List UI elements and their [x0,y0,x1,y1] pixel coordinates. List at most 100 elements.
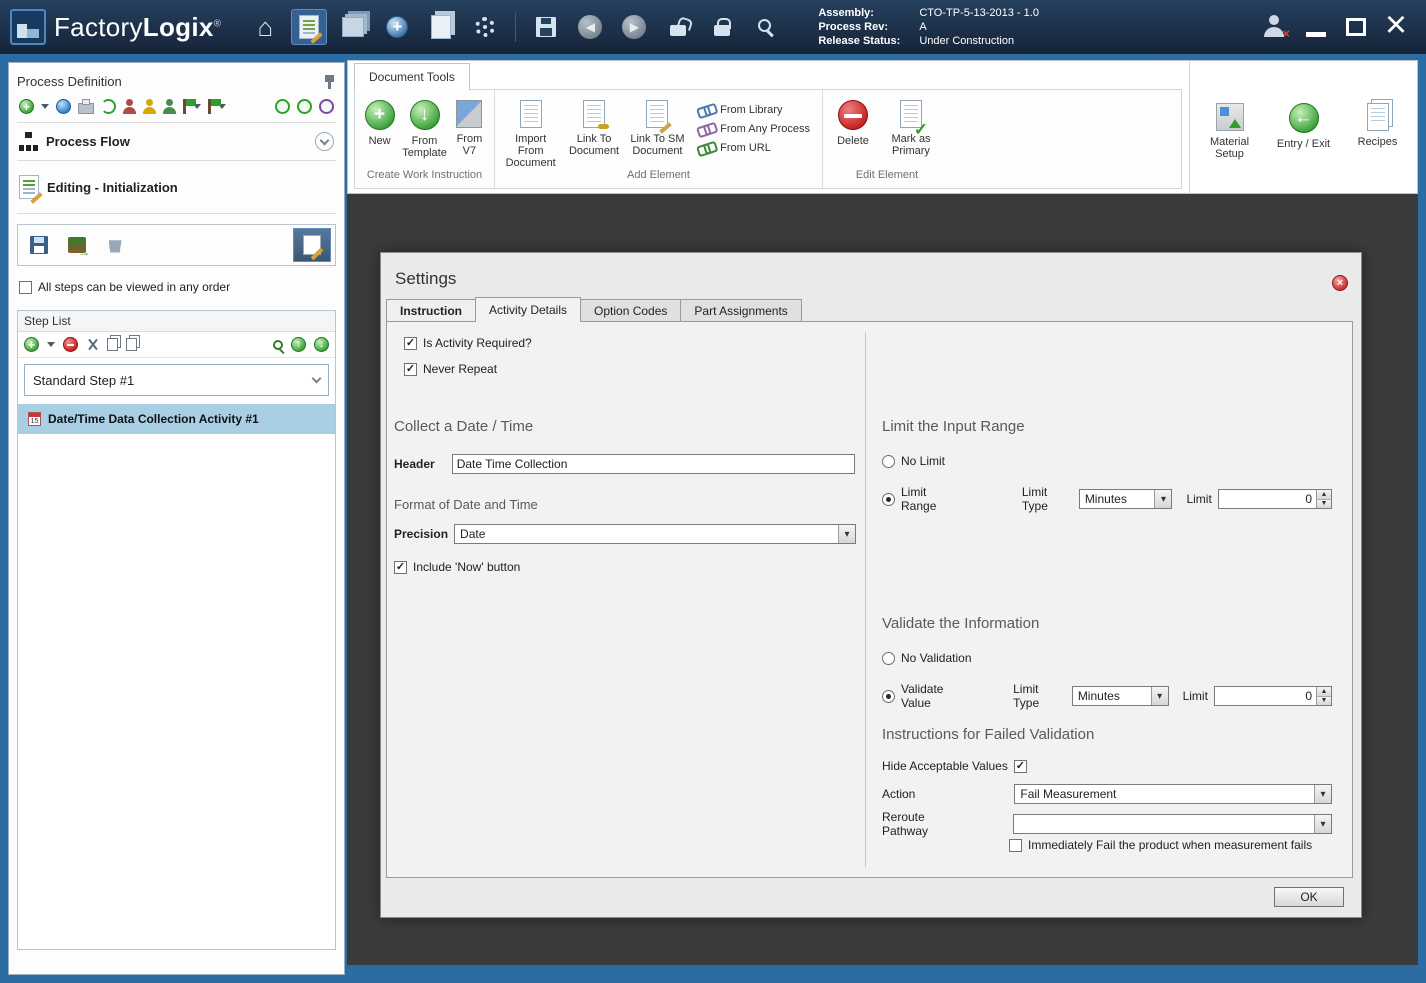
flag-icon[interactable] [208,99,221,114]
from-url-button[interactable]: From URL [697,142,810,154]
validate-value-radio[interactable] [882,689,895,703]
never-repeat-checkbox[interactable] [404,362,417,376]
entry-exit-button[interactable]: Entry / Exit [1274,99,1334,193]
hide-acceptable-checkbox[interactable] [1013,759,1027,773]
remove-step-icon[interactable] [63,337,78,352]
include-now-checkbox[interactable] [394,560,407,574]
limit-down-icon[interactable]: ▼ [1317,498,1331,508]
expand-chevron-icon[interactable] [315,132,334,151]
add-step-icon[interactable] [24,337,39,352]
validate-limit-spinner[interactable]: 0 ▲ ▼ [1213,686,1332,706]
no-limit-radio[interactable] [882,454,895,468]
precision-select[interactable]: Date [454,524,857,544]
delete-step-content-button[interactable] [98,229,132,261]
action-dropdown-icon[interactable] [1314,785,1331,803]
precision-dropdown-icon[interactable] [838,525,856,543]
add-icon[interactable] [19,99,34,114]
validate-limit-type-dropdown-icon[interactable] [1150,687,1168,705]
pause-icon[interactable] [275,99,290,114]
forward-icon[interactable] [616,9,652,45]
globe-icon[interactable] [56,99,71,114]
from-any-process-button[interactable]: From Any Process [697,123,810,135]
from-template-button[interactable]: From Template [402,96,447,159]
settings-gear-icon[interactable] [467,9,503,45]
dialog-close-icon[interactable] [1332,275,1348,291]
print-icon[interactable] [78,99,94,114]
reroute-dropdown-icon[interactable] [1314,815,1331,833]
validate-limit-type-select[interactable]: Minutes [1071,686,1169,706]
reroute-select[interactable] [1013,814,1332,834]
limit-type-select[interactable]: Minutes [1078,489,1173,509]
main-area: Document Tools New From Template From V7 [347,60,1418,965]
link-to-document-button[interactable]: Link To Document [564,96,623,157]
pin-icon[interactable] [324,74,336,89]
navigation-icon[interactable] [379,9,415,45]
add-group-label: Add Element [627,169,690,181]
unlock-icon[interactable] [660,9,696,45]
move-down-icon[interactable]: ↓ [314,337,329,352]
save-step-button[interactable] [22,229,56,261]
delete-button[interactable]: Delete [829,96,877,147]
add-dropdown-icon[interactable] [41,104,49,109]
is-activity-required-checkbox[interactable] [404,336,417,350]
import-export-button[interactable] [60,229,94,261]
person-green-icon[interactable] [163,99,176,114]
import-from-document-button[interactable]: Import From Document [501,96,560,169]
ok-button[interactable]: OK [1274,887,1344,907]
edit-instruction-button[interactable] [293,228,331,262]
logout-user-icon[interactable]: × [1256,9,1292,45]
person-yellow-icon[interactable] [143,99,156,114]
step-item[interactable]: Standard Step #1 [24,364,329,396]
limit-range-radio[interactable] [882,492,895,506]
process-flow-row[interactable]: Process Flow [17,123,336,161]
minimize-button[interactable] [1296,9,1336,45]
immediately-fail-checkbox[interactable] [1009,838,1022,852]
any-order-checkbox[interactable] [19,280,32,294]
team-flag-icon[interactable] [183,99,196,114]
from-v7-button[interactable]: From V7 [451,96,488,157]
limit-up-icon[interactable]: ▲ [1317,490,1331,499]
home-icon[interactable] [247,9,283,45]
header-input[interactable] [451,454,855,474]
no-validation-radio[interactable] [882,651,895,665]
sync-icon[interactable] [101,99,116,114]
validate-limit-down-icon[interactable]: ▼ [1317,695,1331,705]
material-setup-button[interactable]: Material Setup [1200,99,1260,193]
action-select[interactable]: Fail Measurement [1014,784,1332,804]
recipes-button[interactable]: Recipes [1348,99,1408,193]
move-up-icon[interactable]: ↑ [291,337,306,352]
recipes-label: Recipes [1357,136,1398,148]
play-icon[interactable] [297,99,312,114]
add-step-dropdown-icon[interactable] [47,342,55,347]
tab-part-assignments[interactable]: Part Assignments [680,299,802,322]
tab-activity-details[interactable]: Activity Details [475,297,582,322]
from-library-button[interactable]: From Library [697,104,810,116]
audit-search-icon[interactable] [748,9,784,45]
mark-as-primary-button[interactable]: Mark as Primary [881,96,941,157]
record-icon[interactable] [319,99,334,114]
save-icon[interactable] [528,9,564,45]
cut-icon[interactable] [86,338,99,352]
person-red-icon[interactable] [123,99,136,114]
new-button[interactable]: New [361,96,398,147]
step-chevron-icon[interactable] [311,373,322,384]
limit-type-dropdown-icon[interactable] [1154,490,1172,508]
limit-spinner[interactable]: 0 ▲ ▼ [1217,489,1332,509]
close-button[interactable] [1376,9,1416,45]
maximize-button[interactable] [1336,9,1376,45]
process-definition-icon[interactable] [291,9,328,45]
activity-item-selected[interactable]: Date/Time Data Collection Activity #1 [18,404,335,434]
copy-icon[interactable] [107,338,118,351]
back-icon[interactable] [572,9,608,45]
zoom-icon[interactable] [273,339,283,350]
tab-document-tools[interactable]: Document Tools [354,63,470,90]
lock-icon[interactable] [704,9,740,45]
templates-icon[interactable] [335,9,371,45]
tab-option-codes[interactable]: Option Codes [580,299,682,322]
tab-instruction[interactable]: Instruction [386,299,476,322]
precision-value: Date [460,527,486,541]
validate-limit-up-icon[interactable]: ▲ [1317,687,1331,696]
paste-icon[interactable] [126,338,137,351]
documents-icon[interactable] [423,9,459,45]
link-to-sm-document-button[interactable]: Link To SM Document [628,96,687,157]
